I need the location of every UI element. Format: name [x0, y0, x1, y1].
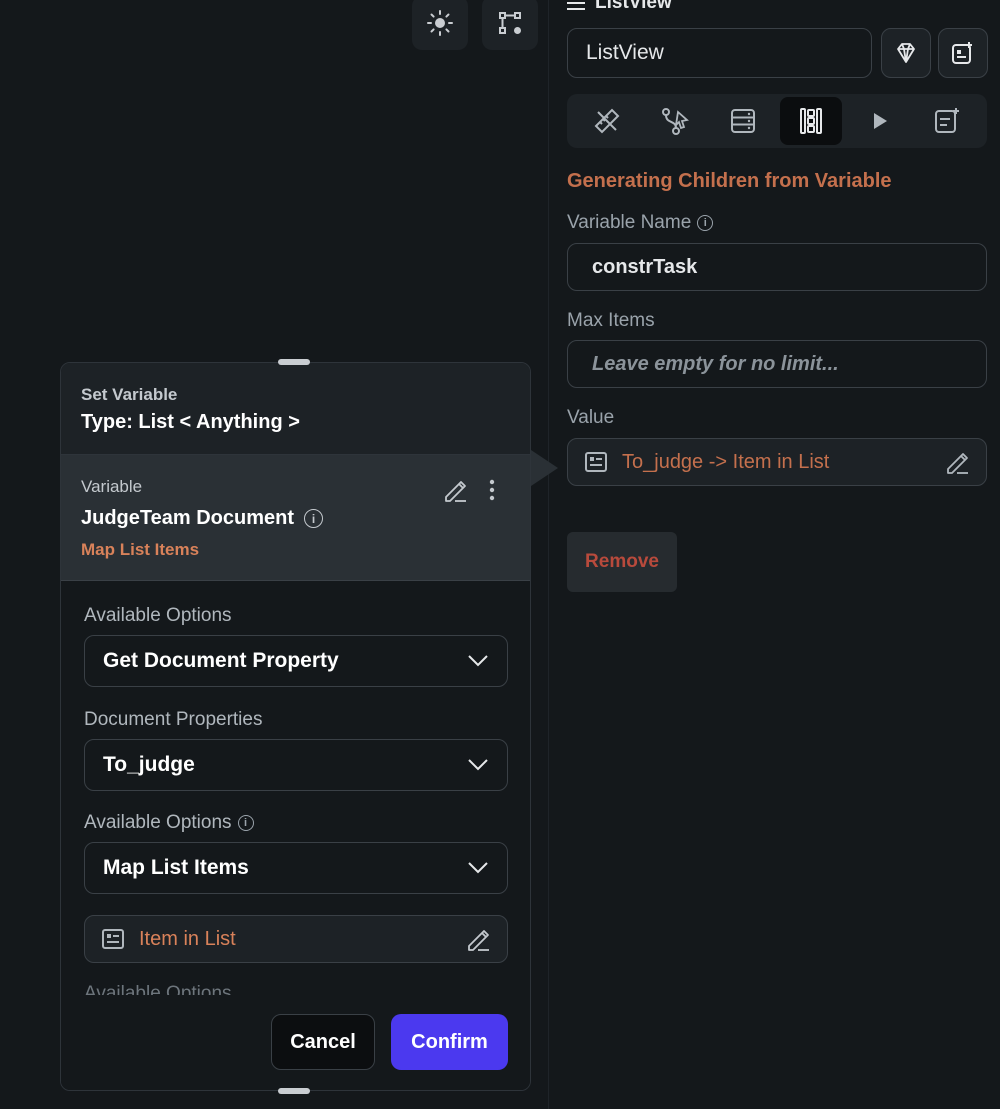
remove-button[interactable]: Remove: [567, 532, 677, 592]
generate-children-icon: [800, 108, 822, 134]
available-options-label-3: Available Options: [84, 983, 232, 995]
section-title: Generating Children from Variable: [567, 170, 892, 192]
available-options-label-2-text: Available Options: [84, 812, 232, 833]
chevron-down-icon: [468, 759, 488, 771]
available-options-select-2[interactable]: Map List Items: [84, 842, 508, 894]
premium-button[interactable]: [881, 28, 931, 78]
tab-preview[interactable]: [848, 97, 910, 145]
max-items-input[interactable]: Leave empty for no limit...: [567, 340, 987, 388]
tab-generate-children[interactable]: [780, 97, 842, 145]
tab-properties[interactable]: [576, 97, 638, 145]
info-icon[interactable]: i: [237, 815, 254, 831]
value-label: Value: [567, 407, 615, 428]
variable-section: Variable JudgeTeam Document i Map List I…: [61, 455, 530, 581]
more-vert-icon[interactable]: [482, 477, 502, 503]
document-add-icon: [935, 108, 959, 133]
available-options-label: Available Options: [84, 605, 232, 626]
node-settings-icon: [499, 12, 521, 34]
available-options-label-2: Available Options i: [84, 812, 254, 834]
document-properties-select[interactable]: To_judge: [84, 739, 508, 791]
variable-name-label: Variable Name i: [567, 212, 714, 234]
item-in-list-text: Item in List: [139, 927, 236, 950]
sun-icon: [427, 10, 453, 36]
info-icon[interactable]: i: [697, 215, 714, 231]
ruler-pencil-icon: [594, 108, 620, 134]
set-variable-dialog: Set Variable Type: List < Anything > Var…: [60, 362, 531, 1091]
variable-name-input[interactable]: constrTask: [567, 243, 987, 291]
panel-tab-bar: [567, 94, 987, 148]
value-text: To_judge -> Item in List: [622, 450, 830, 473]
add-widget-button[interactable]: [938, 28, 988, 78]
max-items-label: Max Items: [567, 310, 655, 331]
list-item-icon: [102, 929, 124, 949]
dialog-title: Set Variable: [81, 385, 178, 404]
document-properties-label: Document Properties: [84, 709, 263, 730]
popover-arrow: [528, 448, 558, 488]
document-properties-value: To_judge: [103, 753, 195, 776]
confirm-button[interactable]: Confirm: [391, 1014, 508, 1070]
tab-backend-query[interactable]: [712, 97, 774, 145]
resize-handle-top[interactable]: [278, 359, 310, 365]
widget-add-icon: [952, 42, 972, 64]
play-icon: [874, 113, 887, 129]
panel-title: ListView: [595, 0, 672, 13]
item-in-list-field[interactable]: Item in List: [84, 915, 508, 963]
variable-link[interactable]: Map List Items: [81, 540, 510, 560]
light-mode-toggle-button[interactable]: [412, 0, 468, 50]
edit-icon[interactable]: [465, 926, 491, 952]
edit-icon[interactable]: [944, 449, 970, 475]
action-flow-icon: [662, 108, 689, 135]
variable-name: JudgeTeam Document: [81, 507, 294, 529]
cancel-button[interactable]: Cancel: [271, 1014, 375, 1070]
panel-header: ListView: [567, 0, 672, 14]
node-settings-button[interactable]: [482, 0, 538, 50]
available-options-select[interactable]: Get Document Property: [84, 635, 508, 687]
dialog-type: Type: List < Anything >: [81, 411, 300, 433]
value-field[interactable]: To_judge -> Item in List: [567, 438, 987, 486]
tab-documentation[interactable]: [916, 97, 978, 145]
chevron-down-icon: [468, 655, 488, 667]
available-options-value-2: Map List Items: [103, 856, 249, 879]
properties-panel: ListView ListView Generating Children fr…: [548, 0, 1000, 1109]
diamond-icon: [897, 43, 915, 63]
variable-name-row: JudgeTeam Document i: [81, 507, 510, 530]
chevron-down-icon: [468, 862, 488, 874]
variable-name-label-text: Variable Name: [567, 212, 692, 233]
dialog-footer: Cancel Confirm: [61, 995, 530, 1090]
dialog-header: Set Variable Type: List < Anything >: [61, 363, 530, 455]
list-item-icon: [585, 452, 607, 472]
info-icon[interactable]: i: [304, 509, 323, 528]
resize-handle-bottom[interactable]: [278, 1088, 310, 1094]
list-icon: [567, 0, 585, 10]
edit-icon[interactable]: [442, 477, 468, 503]
tab-actions[interactable]: [644, 97, 706, 145]
available-options-value: Get Document Property: [103, 649, 339, 672]
backend-query-icon: [731, 109, 755, 133]
widget-name-input[interactable]: ListView: [567, 28, 872, 78]
